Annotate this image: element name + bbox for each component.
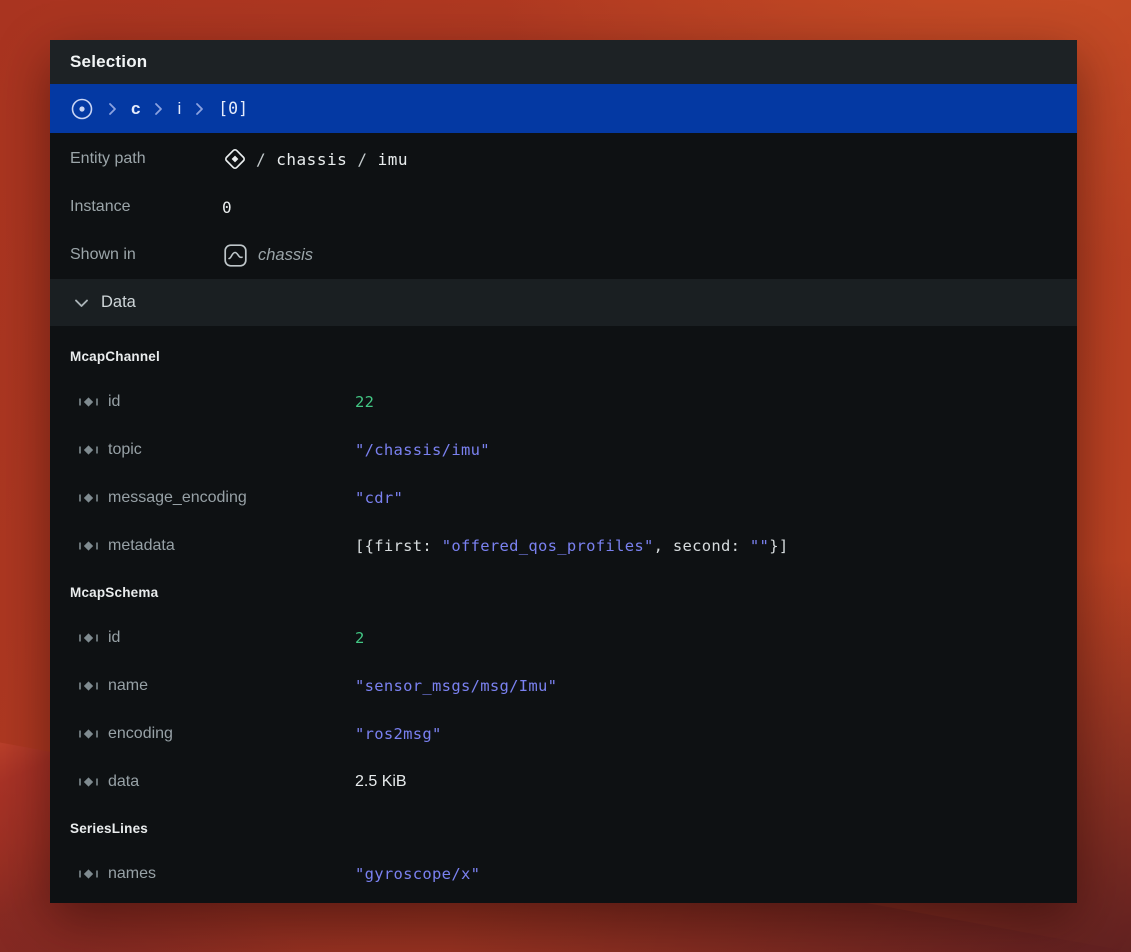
component-row: id 22 (50, 378, 1077, 426)
component-label: id (108, 629, 120, 647)
component-row: topic "/chassis/imu" (50, 426, 1077, 474)
panel-title: Selection (70, 52, 147, 72)
component-label: name (108, 677, 148, 695)
metadata-mid: , second: (654, 537, 750, 555)
path-part-chassis: chassis (276, 150, 347, 169)
data-section-title: Data (101, 293, 136, 312)
component-value: [{first: "offered_qos_profiles", second:… (355, 537, 788, 555)
chevron-right-icon (195, 102, 204, 116)
component-label: message_encoding (108, 489, 247, 507)
breadcrumb-item-c[interactable]: c (131, 99, 140, 119)
entity-path-value[interactable]: / chassis / imu (222, 146, 408, 172)
component-value: "cdr" (355, 489, 403, 507)
timeseries-view-icon (222, 242, 249, 269)
component-label: metadata (108, 537, 175, 555)
selection-panel-header: Selection (50, 40, 1077, 84)
group-header-mcapchannel: McapChannel (50, 334, 1077, 378)
group-title: McapSchema (70, 585, 158, 600)
component-icon (78, 867, 100, 881)
metadata-string: "offered_qos_profiles" (442, 537, 654, 555)
instance-row: Instance 0 (50, 183, 1077, 231)
component-value: 22 (355, 393, 374, 411)
component-row: id 2 (50, 614, 1077, 662)
component-icon (78, 443, 100, 457)
component-label: topic (108, 441, 142, 459)
group-title: McapChannel (70, 349, 160, 364)
group-title: SeriesLines (70, 821, 148, 836)
metadata-prefix: [{first: (355, 537, 442, 555)
metadata-string: "" (750, 537, 769, 555)
metadata-suffix: }] (769, 537, 788, 555)
component-value: "sensor_msgs/msg/Imu" (355, 677, 557, 695)
group-header-mcapschema: McapSchema (50, 570, 1077, 614)
path-part-imu: imu (378, 150, 408, 169)
breadcrumb-item-i[interactable]: i (177, 99, 181, 119)
chevron-down-icon (74, 298, 89, 308)
shown-in-view-name: chassis (258, 246, 313, 265)
data-section-header[interactable]: Data (50, 279, 1077, 326)
component-value: 2.5 KiB (355, 773, 407, 791)
component-label: data (108, 773, 139, 791)
path-separator: / (256, 150, 266, 169)
component-value: "ros2msg" (355, 725, 442, 743)
entity-path-row: Entity path / chassis / imu (50, 135, 1077, 183)
selection-panel: Selection c i [0] Entity path (50, 40, 1077, 903)
component-value: 2 (355, 629, 365, 647)
selection-overview: Entity path / chassis / imu Instance 0 S… (50, 133, 1077, 279)
component-icon (78, 727, 100, 741)
component-icon (78, 491, 100, 505)
component-label: id (108, 393, 120, 411)
breadcrumb: c i [0] (50, 84, 1077, 133)
shown-in-view-link[interactable]: chassis (222, 242, 313, 269)
component-row: encoding "ros2msg" (50, 710, 1077, 758)
shown-in-row: Shown in chassis (50, 231, 1077, 279)
entity-path-label: Entity path (70, 150, 222, 168)
shown-in-label: Shown in (70, 246, 222, 264)
recording-icon[interactable] (70, 97, 94, 121)
component-row: names "gyroscope/x" (50, 850, 1077, 898)
instance-value: 0 (222, 198, 232, 217)
chevron-right-icon (154, 102, 163, 116)
path-separator: / (357, 150, 367, 169)
component-row: metadata [{first: "offered_qos_profiles"… (50, 522, 1077, 570)
component-label: encoding (108, 725, 173, 743)
component-icon (78, 395, 100, 409)
breadcrumb-item-index[interactable]: [0] (218, 99, 248, 118)
entity-path-text: / chassis / imu (256, 150, 408, 169)
component-icon (78, 775, 100, 789)
component-row: message_encoding "cdr" (50, 474, 1077, 522)
component-icon (78, 539, 100, 553)
component-row: data 2.5 KiB (50, 758, 1077, 806)
data-section-content: McapChannel id 22 topic "/chassis/imu" m… (50, 326, 1077, 903)
component-value: "gyroscope/x" (355, 865, 480, 883)
component-icon (78, 679, 100, 693)
component-icon (78, 631, 100, 645)
component-row: name "sensor_msgs/msg/Imu" (50, 662, 1077, 710)
instance-label: Instance (70, 198, 222, 216)
group-header-serieslines: SeriesLines (50, 806, 1077, 850)
component-value: "/chassis/imu" (355, 441, 490, 459)
component-label: names (108, 865, 156, 883)
chevron-right-icon (108, 102, 117, 116)
entity-diamond-icon (222, 146, 248, 172)
